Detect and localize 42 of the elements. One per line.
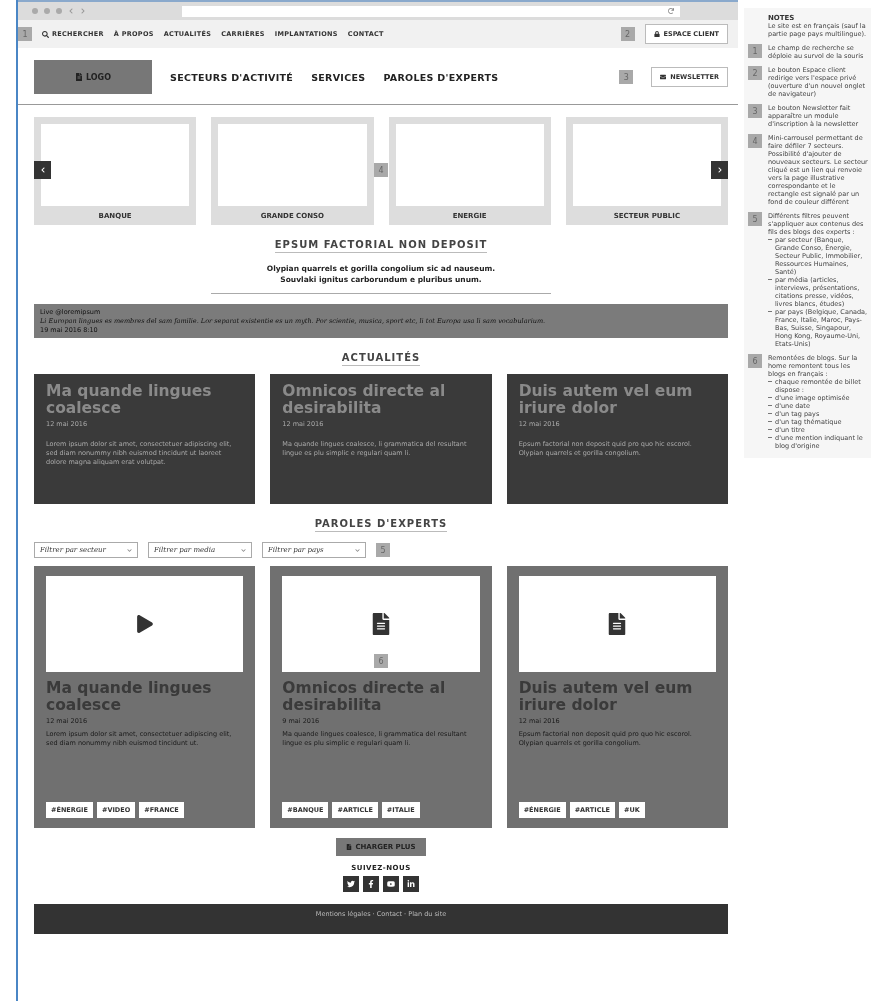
section-title: EPSUM FACTORIAL NON DEPOSIT [274,239,488,253]
main-nav-link[interactable]: SERVICES [311,71,366,83]
annotation-marker: 3 [748,104,762,118]
annotation-marker: 3 [619,70,634,84]
forward-icon[interactable] [80,8,86,14]
chevron-left-icon [39,167,46,173]
chevron-icon [241,547,246,553]
main-nav-link[interactable]: PAROLES D'EXPERTS [383,71,499,83]
annotation-marker: 2 [748,66,762,80]
annotation-marker: 4 [374,163,388,177]
reload-icon[interactable] [668,8,674,14]
section-title: PAROLES D'EXPERTS [314,518,448,532]
envelope-icon [660,74,667,80]
back-icon[interactable] [68,8,74,14]
card-title: Omnicos directe al desirabilita [282,383,447,417]
annotation-marker: 5 [376,543,390,557]
annotation-marker: 4 [748,134,762,148]
card-title: Ma quande lingues coalesce [46,383,213,417]
annotation-marker: 1 [748,44,762,58]
lock-icon [653,31,660,37]
facebook-icon[interactable] [363,876,379,892]
next-button[interactable] [711,161,728,179]
play-icon [135,615,154,633]
main-nav-link[interactable]: SECTEURS D'ACTIVITÉ [170,71,294,83]
video-icon[interactable] [383,876,399,892]
search-icon [42,30,49,38]
previous-button[interactable] [34,161,51,179]
annotation-marker: 2 [620,27,635,41]
chevron-right-icon [716,167,723,173]
chevron-icon [355,547,360,553]
chevron-icon [127,547,132,553]
annotation-marker: 5 [748,212,762,226]
annotation-marker: 6 [748,354,762,368]
annotation-marker: 1 [18,27,32,41]
document-icon [370,613,392,635]
linkedin-icon[interactable] [403,876,419,892]
image-icon [75,73,83,81]
section-title: ACTUALITÉS [341,352,421,366]
twitter-icon[interactable] [343,876,359,892]
card-title: Duis autem vel eum iriure dolor [518,383,694,417]
annotation-marker: 6 [374,654,388,668]
logo-placeholder[interactable]: LOGO [34,60,152,94]
